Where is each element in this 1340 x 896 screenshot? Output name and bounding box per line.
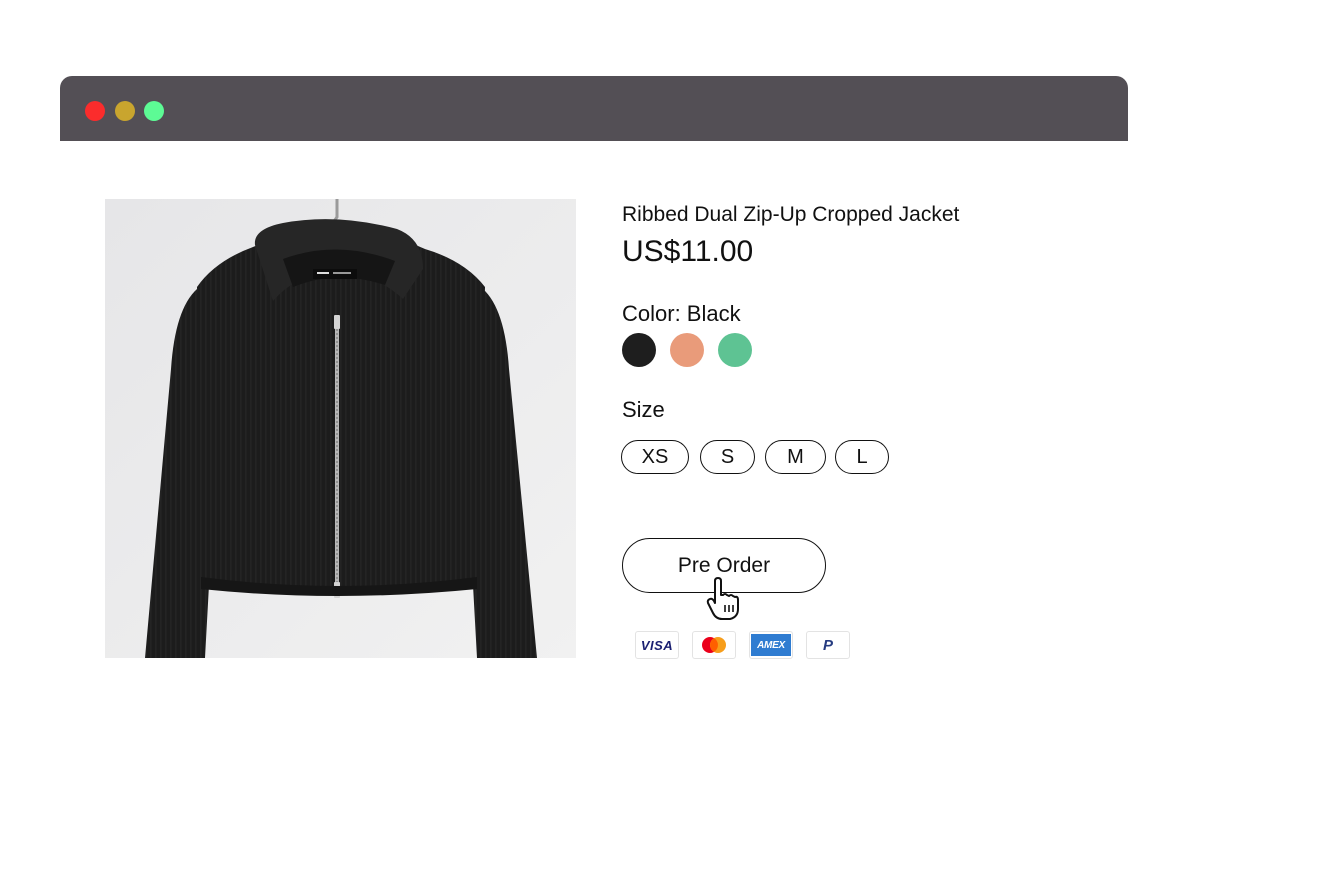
amex-icon: AMEX: [749, 631, 793, 659]
size-option-xs[interactable]: XS: [621, 440, 689, 474]
size-option-m[interactable]: M: [765, 440, 826, 474]
color-label: Color: Black: [622, 301, 741, 326]
size-label: Size: [622, 397, 665, 422]
product-title: Ribbed Dual Zip-Up Cropped Jacket: [622, 203, 960, 226]
minimize-window-button[interactable]: [115, 101, 135, 121]
color-swatch-black[interactable]: [622, 333, 656, 367]
window-titlebar: [60, 76, 1128, 141]
size-option-s[interactable]: S: [700, 440, 755, 474]
color-swatch-peach[interactable]: [670, 333, 704, 367]
hand-pointer-cursor-icon: [706, 577, 739, 620]
close-window-button[interactable]: [85, 101, 105, 121]
paypal-icon: P: [806, 631, 850, 659]
mastercard-icon: [692, 631, 736, 659]
color-swatch-green[interactable]: [718, 333, 752, 367]
visa-icon: VISA: [635, 631, 679, 659]
product-image: [105, 199, 576, 658]
size-option-l[interactable]: L: [835, 440, 889, 474]
product-price: US$11.00: [622, 235, 754, 268]
maximize-window-button[interactable]: [144, 101, 164, 121]
